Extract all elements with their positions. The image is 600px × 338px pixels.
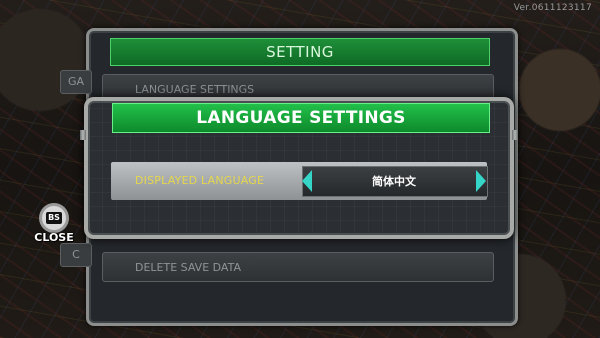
displayed-language-label: DISPLAYED LANGUAGE bbox=[135, 174, 265, 187]
delete-save-data-row[interactable]: DELETE SAVE DATA bbox=[102, 252, 494, 282]
side-tab-bottom[interactable]: C bbox=[60, 243, 92, 267]
side-tab-top[interactable]: GA bbox=[60, 70, 92, 94]
close-button[interactable]: BS CLOSE bbox=[34, 206, 74, 244]
gear-icon: BS bbox=[42, 206, 66, 230]
bs-key-badge: BS bbox=[46, 212, 62, 224]
arrow-right-icon[interactable] bbox=[476, 170, 486, 192]
arrow-left-icon[interactable] bbox=[302, 170, 312, 192]
selected-language-value: 简体中文 bbox=[372, 175, 416, 188]
dialog-pipe-left bbox=[80, 130, 86, 140]
version-text: Ver.0611123117 bbox=[513, 3, 592, 13]
close-label: CLOSE bbox=[34, 231, 74, 244]
dialog-title: LANGUAGE SETTINGS bbox=[112, 103, 490, 133]
dialog-pipe-right bbox=[512, 130, 518, 140]
settings-title: SETTING bbox=[110, 38, 490, 66]
